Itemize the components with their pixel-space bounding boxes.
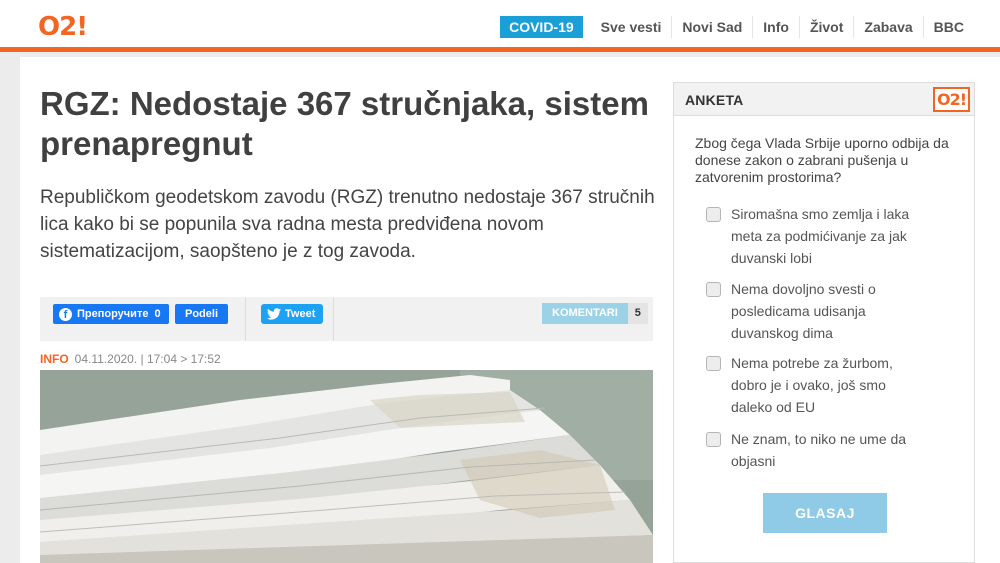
poll-option-label: Siromašna smo zemlja i laka meta za podm… — [731, 206, 910, 266]
comments-count: 5 — [627, 303, 648, 324]
facebook-like-count: 0 — [154, 308, 161, 320]
poll-option-checkbox[interactable] — [706, 432, 721, 447]
divider — [333, 297, 334, 341]
poll-question: Zbog čega Vlada Srbije uporno odbija da … — [695, 135, 949, 185]
poll-header: ANKETA O2! — [674, 83, 974, 116]
article-lead: Republičkom geodetskom zavodu (RGZ) tren… — [40, 187, 655, 262]
nav-item-sve-vesti[interactable]: Sve vesti — [591, 16, 672, 38]
poll-option-checkbox[interactable] — [706, 356, 721, 371]
vote-button[interactable]: GLASAJ — [763, 493, 887, 533]
divider — [245, 297, 246, 341]
main-nav: COVID-19 Sve vesti Novi Sad Info Život Z… — [500, 16, 974, 38]
facebook-like-label: Препоручите — [77, 308, 149, 320]
poll-option-checkbox[interactable] — [706, 207, 721, 222]
poll-option-checkbox[interactable] — [706, 282, 721, 297]
facebook-icon: f — [59, 307, 72, 321]
poll-option[interactable]: Nema potrebe za žurbom, dobro je i ovako… — [706, 352, 956, 418]
poll-widget: ANKETA O2! Zbog čega Vlada Srbije uporno… — [673, 82, 975, 563]
poll-option[interactable]: Ne znam, to niko ne ume da objasni — [706, 428, 956, 472]
share-bar: f Препоручите 0 Podeli Tweet KOMENTARI 5 — [40, 297, 653, 341]
site-logo[interactable]: O2! — [38, 13, 88, 41]
article-meta: INFO 04.11.2020. | 17:04 > 17:52 — [40, 352, 221, 366]
nav-item-covid[interactable]: COVID-19 — [500, 16, 583, 38]
poll-logo: O2! — [933, 87, 970, 112]
comments-label: KOMENTARI — [542, 303, 628, 324]
article-photo — [40, 370, 653, 563]
poll-option-label: Nema potrebe za žurbom, dobro je i ovako… — [731, 355, 893, 415]
nav-item-zivot[interactable]: Život — [798, 16, 853, 38]
poll-option[interactable]: Siromašna smo zemlja i laka meta za podm… — [706, 203, 956, 269]
nav-item-bbc[interactable]: BBC — [922, 16, 974, 38]
article-title: RGZ: Nedostaje 367 stručnjaka, sistem pr… — [40, 85, 649, 162]
facebook-share-button[interactable]: Podeli — [175, 304, 229, 324]
paper-stack-illustration — [40, 370, 653, 563]
poll-option-label: Nema dovoljno svesti o posledicama udisa… — [731, 281, 876, 341]
twitter-bird-icon — [267, 308, 281, 320]
top-bar: O2! COVID-19 Sve vesti Novi Sad Info Živ… — [0, 0, 1000, 52]
article-category[interactable]: INFO — [40, 352, 69, 366]
nav-item-novi-sad[interactable]: Novi Sad — [671, 16, 752, 38]
nav-item-info[interactable]: Info — [752, 16, 799, 38]
facebook-like-button[interactable]: f Препоручите 0 — [53, 304, 169, 324]
comments-button[interactable]: KOMENTARI 5 — [542, 303, 648, 324]
tweet-button[interactable]: Tweet — [261, 304, 324, 324]
tweet-label: Tweet — [285, 308, 316, 320]
poll-option[interactable]: Nema dovoljno svesti o posledicama udisa… — [706, 278, 956, 344]
nav-item-zabava[interactable]: Zabava — [853, 16, 922, 38]
poll-option-label: Ne znam, to niko ne ume da objasni — [731, 431, 907, 469]
article-datetime: 04.11.2020. | 17:04 > 17:52 — [74, 352, 221, 366]
poll-title: ANKETA — [685, 92, 744, 108]
